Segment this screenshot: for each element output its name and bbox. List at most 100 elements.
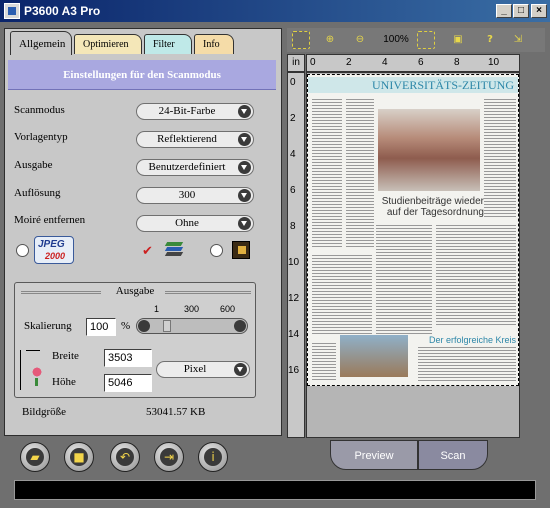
slider-tick-min: 1: [154, 304, 160, 314]
vorlagentyp-dropdown[interactable]: Reflektierend: [136, 131, 254, 148]
ruler-top-label: 8: [454, 57, 460, 68]
width-input[interactable]: 3503: [104, 349, 152, 367]
ruler-left-label: 14: [288, 329, 300, 340]
app-icon: [4, 3, 20, 19]
scale-slider[interactable]: [136, 318, 248, 334]
ruler-left-label: 16: [288, 365, 300, 376]
status-bar: [14, 480, 536, 500]
zoom-in-icon[interactable]: ⊕: [321, 31, 339, 49]
text-column: [418, 347, 516, 381]
scanmodus-label: Scanmodus: [14, 104, 65, 116]
height-input[interactable]: 5046: [104, 374, 152, 392]
help-icon[interactable]: ?: [481, 31, 499, 49]
ruler-left-label: 2: [290, 113, 296, 124]
ruler-left-label: 8: [290, 221, 296, 232]
ruler-left-label: 6: [290, 185, 296, 196]
comment-icon[interactable]: ▣: [449, 31, 467, 49]
scale-input[interactable]: 100: [86, 318, 116, 336]
text-column: [312, 343, 336, 381]
ruler-top-label: 2: [346, 57, 352, 68]
group-title-line-right: [165, 291, 251, 294]
scale-label: Skalierung: [24, 320, 72, 332]
ruler-left-label: 10: [288, 257, 300, 268]
open-button[interactable]: ▰: [20, 442, 50, 472]
chevron-down-icon: [238, 133, 251, 146]
tab-info[interactable]: Info: [194, 34, 234, 54]
checkmark-icon: ✔: [142, 244, 153, 259]
unit-dropdown[interactable]: Pixel: [156, 361, 250, 378]
title-bar: P3600 A3 Pro _ □ ×: [0, 0, 550, 22]
size-label: Bildgröße: [22, 406, 66, 418]
fit-button[interactable]: ⇥: [154, 442, 184, 472]
text-column: [436, 225, 516, 325]
ruler-left-label: 12: [288, 293, 300, 304]
slider-tick-mid: 300: [184, 304, 200, 314]
exit-icon[interactable]: ⇲: [509, 31, 527, 49]
zoom-100-button[interactable]: 100%: [381, 31, 411, 49]
slider-left-button[interactable]: [138, 320, 150, 332]
window-title: P3600 A3 Pro: [24, 4, 101, 18]
zoom-out-icon[interactable]: ⊖: [351, 31, 369, 49]
scale-unit: %: [121, 320, 131, 332]
section-title: Einstellungen für den Scanmodus: [8, 60, 276, 90]
film-icon: [232, 241, 250, 259]
aufloesung-label: Auflösung: [14, 187, 61, 199]
scan-button[interactable]: Scan: [418, 440, 488, 470]
disk-icon: ■: [70, 448, 88, 466]
aufloesung-dropdown[interactable]: 300: [136, 187, 254, 204]
tab-filter[interactable]: Filter: [144, 34, 192, 54]
chevron-down-icon: [238, 105, 251, 118]
action-buttons: Preview Scan: [330, 440, 540, 472]
preview-button[interactable]: Preview: [330, 440, 418, 470]
slider-right-button[interactable]: [234, 320, 246, 332]
batch-radio[interactable]: [210, 244, 223, 257]
moire-value: Ohne: [175, 217, 199, 229]
ruler-top-label: 0: [310, 57, 316, 68]
folder-icon: ▰: [26, 448, 44, 466]
ruler-vertical: 0 2 4 6 8 10 12 14 16: [287, 72, 305, 438]
maximize-button[interactable]: □: [513, 4, 529, 18]
text-column: [312, 255, 372, 335]
layers-icon[interactable]: [164, 240, 184, 258]
tab-optimieren[interactable]: Optimieren: [74, 34, 142, 54]
jpeg2000-icon: JPEG 2000: [34, 236, 74, 264]
fit-page-icon[interactable]: [417, 31, 435, 49]
preview-toolbar: ⊕ ⊖ 100% ▣ ? ⇲: [287, 28, 545, 52]
newspaper-photo: [378, 109, 480, 191]
minimize-button[interactable]: _: [496, 4, 512, 18]
ausgabe-dropdown[interactable]: Benutzerdefiniert: [136, 159, 254, 176]
tab-allgemein[interactable]: Allgemein: [10, 31, 72, 55]
ruler-unit: in: [287, 54, 305, 72]
tab-bar: Allgemein Optimieren Filter Info: [4, 28, 282, 55]
image-size-icon: [20, 350, 50, 390]
height-label: Höhe: [52, 376, 76, 388]
jpeg2000-radio[interactable]: [16, 244, 29, 257]
headline-line-1: Studienbeiträge wieder: [381, 196, 484, 207]
slider-thumb[interactable]: [163, 320, 171, 332]
ruler-top-label: 4: [382, 57, 388, 68]
ruler-top-label: 6: [418, 57, 424, 68]
scanmodus-dropdown[interactable]: 24-Bit-Farbe: [136, 103, 254, 120]
vorlagentyp-label: Vorlagentyp: [14, 131, 68, 143]
size-value: 53041.57 KB: [146, 406, 206, 418]
save-button[interactable]: ■: [64, 442, 94, 472]
chevron-down-icon: [238, 189, 251, 202]
select-area-icon[interactable]: [292, 31, 310, 49]
info-button[interactable]: i: [198, 442, 228, 472]
undo-button[interactable]: ↶: [110, 442, 140, 472]
moire-dropdown[interactable]: Ohne: [136, 215, 254, 232]
unit-value: Pixel: [183, 363, 207, 375]
text-column: [376, 225, 432, 335]
document-masthead: UNIVERSITÄTS-ZEITUNG: [308, 77, 518, 93]
ausgabe-label: Ausgabe: [14, 159, 53, 171]
fit-arrows-icon: ⇥: [160, 448, 178, 466]
vorlagentyp-value: Reflektierend: [157, 133, 217, 145]
ruler-horizontal: 0 2 4 6 8 10: [306, 54, 520, 72]
moire-label: Moiré entfernen: [14, 214, 86, 226]
ruler-left-label: 0: [290, 77, 296, 88]
close-button[interactable]: ×: [531, 4, 547, 18]
ausgabe-value: Benutzerdefiniert: [148, 161, 226, 173]
aufloesung-value: 300: [178, 189, 196, 201]
side-headline: Der erfolgreiche Kreis: [428, 335, 516, 345]
info-icon: i: [204, 448, 222, 466]
